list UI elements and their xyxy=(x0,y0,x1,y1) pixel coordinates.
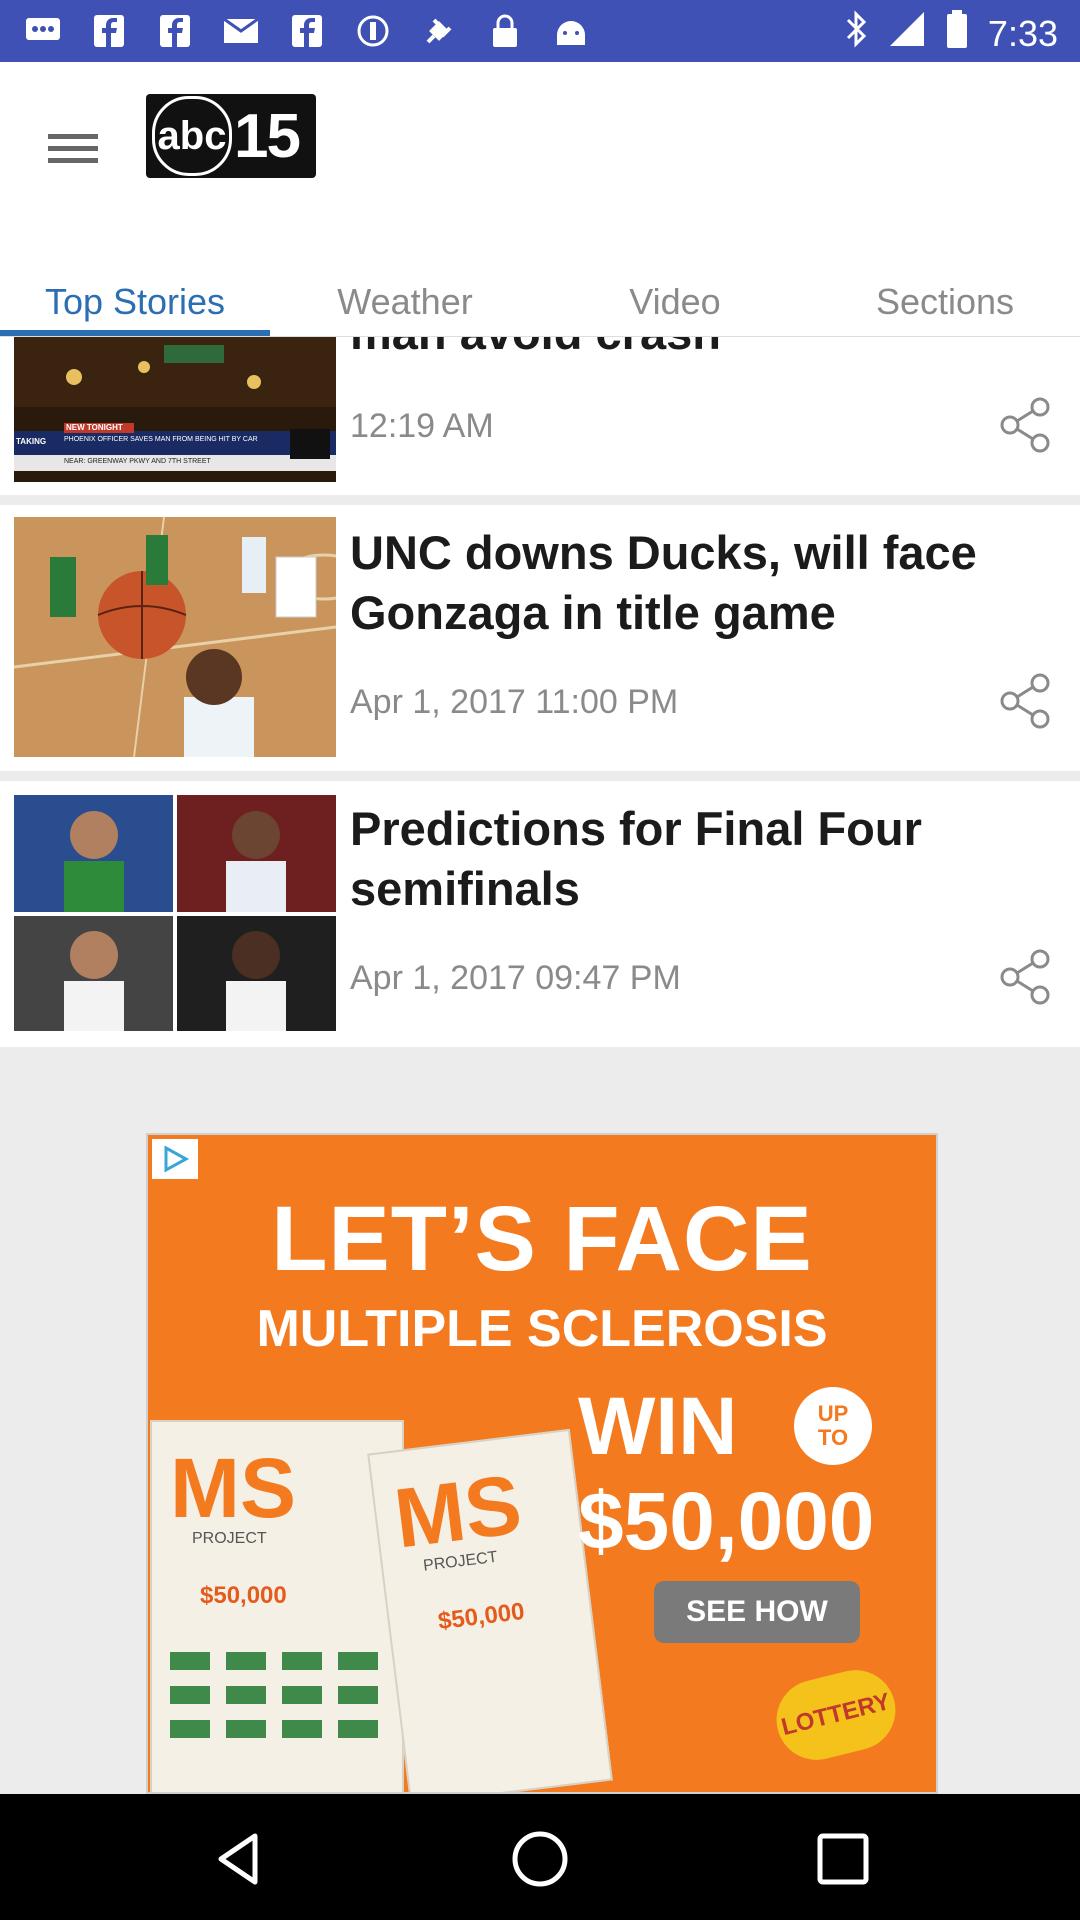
story-time: Apr 1, 2017 11:00 PM xyxy=(350,683,679,721)
tab-video[interactable]: Video xyxy=(540,272,810,332)
tab-sections[interactable]: Sections xyxy=(810,272,1080,332)
ad-ticket-back: MS PROJECT $50,000 xyxy=(367,1428,613,1792)
clock: 7:33 xyxy=(987,12,1058,54)
app-header: abc 15 xyxy=(0,62,1080,272)
logo-abc: abc xyxy=(152,96,232,176)
share-icon[interactable] xyxy=(994,669,1058,733)
ad-win-text: WIN xyxy=(578,1381,738,1472)
story-thumbnail[interactable] xyxy=(14,517,336,757)
facebook-icon xyxy=(90,12,128,50)
ad-up-text: UP xyxy=(817,1401,849,1426)
facebook-icon xyxy=(156,12,194,50)
ad-lottery-logo: LOTTERY xyxy=(768,1661,904,1769)
abc15-logo[interactable]: abc 15 xyxy=(146,94,316,178)
story-time: 12:19 AM xyxy=(350,407,494,445)
story-title[interactable]: UNC downs Ducks, will face Gonzaga in ti… xyxy=(350,523,1050,643)
ticket-prize: $50,000 xyxy=(436,1597,526,1636)
mail-icon xyxy=(222,12,260,50)
thumb-caption-sub: NEAR: GREENWAY PKWY AND 7TH STREET xyxy=(64,458,211,465)
menu-icon[interactable] xyxy=(40,118,106,178)
story-thumbnail[interactable]: NEW TONIGHT TAKING PHOENIX OFFICER SAVES… xyxy=(14,337,336,482)
story-card[interactable]: Predictions for Final Four semifinals Ap… xyxy=(0,781,1080,1047)
story-card[interactable]: NEW TONIGHT TAKING PHOENIX OFFICER SAVES… xyxy=(0,337,1080,495)
story-card[interactable]: UNC downs Ducks, will face Gonzaga in ti… xyxy=(0,505,1080,771)
bluetooth-icon xyxy=(844,10,868,57)
ad-upto-badge: UP TO xyxy=(794,1387,872,1465)
ticket-brand: MS xyxy=(170,1441,296,1535)
lock-icon xyxy=(486,12,524,50)
ad-to-text: TO xyxy=(817,1425,849,1450)
ticket-brand: MS xyxy=(389,1456,527,1566)
story-thumbnail[interactable] xyxy=(14,795,336,1031)
ad-choices-icon[interactable] xyxy=(152,1139,198,1179)
circle-icon xyxy=(354,12,392,50)
ad-amount: $50,000 xyxy=(578,1476,875,1567)
active-tab-indicator xyxy=(0,330,270,336)
ad-ticket-front: MS PROJECT $50,000 xyxy=(150,1420,404,1792)
ticket-sub: PROJECT xyxy=(192,1530,267,1547)
share-icon[interactable] xyxy=(994,945,1058,1009)
ad-subheadline: MULTIPLE SCLEROSIS xyxy=(256,1300,828,1358)
status-bar: 7:33 xyxy=(0,0,1080,62)
story-time: Apr 1, 2017 09:47 PM xyxy=(350,959,681,997)
battery-icon xyxy=(946,10,968,57)
fake-gps-icon xyxy=(420,12,458,50)
thumb-tag: NEW TONIGHT xyxy=(66,423,123,432)
message-icon xyxy=(24,12,62,50)
advertisement-banner[interactable]: LET’S FACE MULTIPLE SCLEROSIS MS PROJECT… xyxy=(146,1133,938,1794)
logo-number: 15 xyxy=(234,101,301,171)
ad-headline: LET’S FACE xyxy=(271,1188,813,1290)
notification-icons xyxy=(24,12,590,50)
recents-button[interactable] xyxy=(808,1824,878,1894)
thumb-caption: PHOENIX OFFICER SAVES MAN FROM BEING HIT… xyxy=(64,436,258,443)
ticket-prize: $50,000 xyxy=(200,1582,287,1609)
back-button[interactable] xyxy=(203,1824,273,1894)
share-icon[interactable] xyxy=(994,393,1058,457)
system-navigation-bar xyxy=(0,1794,1080,1920)
ad-see-how-button[interactable]: SEE HOW xyxy=(654,1581,860,1643)
tab-top-stories[interactable]: Top Stories xyxy=(0,272,270,332)
facebook-icon xyxy=(288,12,326,50)
tab-weather[interactable]: Weather xyxy=(270,272,540,332)
home-button[interactable] xyxy=(505,1824,575,1894)
tab-bar: Top Stories Weather Video Sections xyxy=(0,272,1080,337)
thumb-prefix: TAKING xyxy=(16,437,47,446)
android-icon xyxy=(552,12,590,50)
signal-icon xyxy=(888,10,926,57)
story-title[interactable]: man avoid crash xyxy=(350,337,1050,363)
story-title[interactable]: Predictions for Final Four semifinals xyxy=(350,799,1050,919)
